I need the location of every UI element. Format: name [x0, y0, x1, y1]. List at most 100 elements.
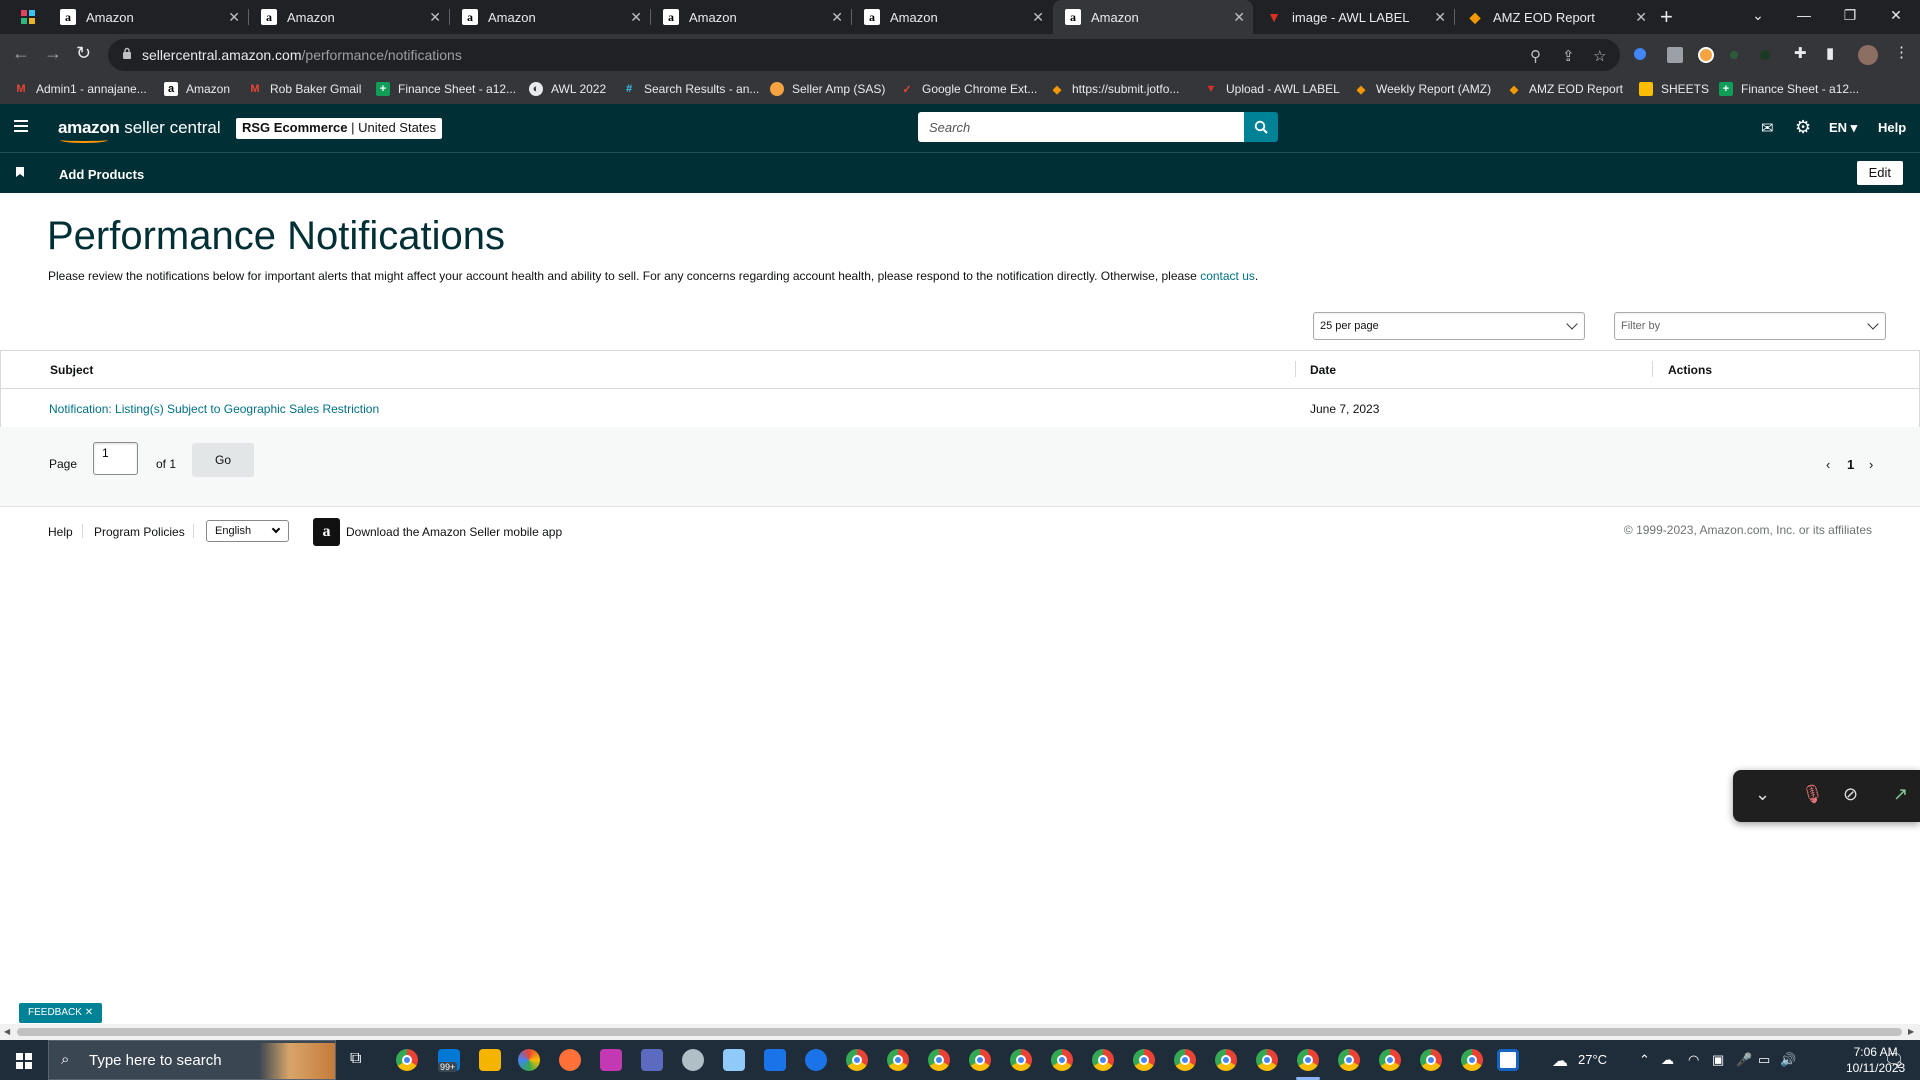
browser-tab[interactable]: a Amazon ✕ — [249, 0, 450, 34]
back-arrow-icon[interactable]: ← — [12, 43, 30, 64]
date-column-header[interactable]: Date — [1310, 363, 1336, 377]
go-button[interactable]: Go — [192, 443, 254, 477]
wifi-icon[interactable]: ◠ — [1688, 1052, 1699, 1068]
zoom-icon[interactable]: ⚲ — [1530, 47, 1541, 65]
chrome-profile-icon[interactable] — [846, 1049, 868, 1071]
zoom-app-icon[interactable] — [764, 1049, 786, 1071]
photos-app-icon[interactable] — [518, 1049, 540, 1071]
feedback-button[interactable]: FEEDBACK ✕ — [19, 1003, 103, 1023]
footer-language-select[interactable]: English — [206, 520, 289, 542]
windows-start-icon[interactable] — [16, 1053, 32, 1069]
calculator-icon[interactable] — [641, 1049, 663, 1071]
gear-icon[interactable]: ⚙ — [1795, 117, 1811, 138]
chrome-profile-icon[interactable] — [1092, 1049, 1114, 1071]
camera-off-icon[interactable]: ⊘ — [1843, 784, 1858, 805]
contact-us-link[interactable]: contact us — [1200, 269, 1255, 283]
app-icon[interactable] — [805, 1049, 827, 1071]
close-tab-icon[interactable]: ✕ — [1032, 9, 1044, 26]
app-icon[interactable] — [682, 1049, 704, 1071]
bookmark-icon[interactable] — [16, 167, 24, 177]
chrome-profile-icon[interactable] — [1051, 1049, 1073, 1071]
chrome-profile-icon[interactable] — [1133, 1049, 1155, 1071]
bookmark-item[interactable]: a Amazon — [164, 82, 230, 96]
close-tab-icon[interactable]: ✕ — [1233, 9, 1245, 26]
app-icon[interactable] — [600, 1049, 622, 1071]
new-tab-button[interactable]: + — [1660, 4, 1673, 30]
chrome-profile-icon[interactable] — [1010, 1049, 1032, 1071]
weather-temperature[interactable]: 27°C — [1578, 1052, 1607, 1067]
extension-icon[interactable] — [1730, 51, 1738, 59]
app-icon[interactable] — [1497, 1049, 1519, 1071]
app-icon[interactable] — [723, 1049, 745, 1071]
horizontal-scrollbar[interactable]: ◀ ▶ — [0, 1024, 1920, 1040]
per-page-select[interactable]: 25 per page — [1313, 312, 1585, 340]
bookmark-item[interactable]: M Rob Baker Gmail — [248, 82, 361, 96]
program-policies-link[interactable]: Program Policies — [94, 525, 185, 539]
browser-tab[interactable]: a Amazon ✕ — [651, 0, 852, 34]
open-external-icon[interactable]: ↗ — [1893, 784, 1908, 805]
close-tab-icon[interactable]: ✕ — [228, 9, 240, 26]
chrome-profile-icon[interactable] — [887, 1049, 909, 1071]
edit-button[interactable]: Edit — [1856, 161, 1903, 185]
add-products-link[interactable]: Add Products — [59, 167, 144, 182]
next-page-icon[interactable]: › — [1869, 457, 1873, 472]
extension-icon[interactable] — [1634, 48, 1646, 60]
chrome-profile-icon[interactable] — [1420, 1049, 1442, 1071]
bookmark-item[interactable]: ◐ AWL 2022 — [529, 82, 606, 96]
bookmark-item[interactable]: ◆ Weekly Report (AMZ) — [1354, 82, 1491, 96]
close-tab-icon[interactable]: ✕ — [1635, 9, 1647, 26]
mail-icon[interactable]: ✉ — [1761, 119, 1774, 137]
browser-tab[interactable]: ◆ AMZ EOD Report ✕ — [1455, 0, 1655, 34]
chrome-profile-icon[interactable] — [969, 1049, 991, 1071]
onedrive-icon[interactable]: ☁ — [1661, 1052, 1674, 1068]
extensions-puzzle-icon[interactable]: ✚ — [1794, 44, 1807, 62]
bookmark-item[interactable]: SHEETS — [1639, 82, 1709, 96]
browser-tab[interactable]: ▼ image - AWL LABEL ✕ — [1254, 0, 1455, 34]
chrome-profile-icon[interactable] — [1338, 1049, 1360, 1071]
language-selector[interactable]: EN ▾ — [1829, 120, 1857, 136]
bookmark-item[interactable]: + Finance Sheet - a12... — [376, 82, 516, 96]
restore-button[interactable]: ❐ — [1827, 0, 1873, 30]
seller-central-logo[interactable]: amazon seller central — [58, 118, 221, 143]
bookmark-item[interactable]: Seller Amp (SAS) — [770, 82, 885, 96]
microphone-icon[interactable]: 🎤 — [1736, 1052, 1752, 1068]
tray-chevron-up-icon[interactable]: ⌃ — [1639, 1052, 1650, 1068]
weather-cloud-icon[interactable]: ☁ — [1552, 1051, 1568, 1071]
subject-column-header[interactable]: Subject — [50, 363, 93, 377]
browser-tab[interactable]: a Amazon ✕ — [852, 0, 1052, 34]
bookmark-item[interactable]: ✓ Google Chrome Ext... — [900, 82, 1037, 96]
filter-select[interactable]: Filter by — [1614, 312, 1886, 340]
minimize-button[interactable]: — — [1781, 0, 1827, 30]
browser-tab[interactable]: a Amazon ✕ — [450, 0, 651, 34]
battery-icon[interactable]: ▭ — [1758, 1052, 1770, 1068]
profile-avatar[interactable] — [1858, 45, 1878, 65]
seller-app-icon[interactable]: a — [313, 518, 340, 546]
browser-tab-active[interactable]: a Amazon ✕ — [1053, 0, 1253, 34]
bookmark-item[interactable]: M Admin1 - annajane... — [14, 82, 146, 96]
close-icon[interactable]: ✕ — [85, 1007, 93, 1018]
search-button[interactable] — [1244, 112, 1278, 142]
bookmark-item[interactable]: ▼ Upload - AWL LABEL — [1204, 82, 1340, 96]
tab-search-icon[interactable] — [20, 9, 36, 25]
scrollbar-thumb[interactable] — [17, 1028, 1902, 1036]
extension-icon[interactable] — [1760, 50, 1770, 60]
side-panel-icon[interactable]: ▮ — [1826, 44, 1834, 62]
tab-list-chevron-icon[interactable]: ⌄ — [1735, 0, 1781, 30]
share-icon[interactable]: ⇪ — [1562, 47, 1575, 65]
scroll-right-icon[interactable]: ▶ — [1908, 1027, 1914, 1036]
page-number-input[interactable] — [93, 442, 138, 475]
download-app-link[interactable]: Download the Amazon Seller mobile app — [346, 525, 562, 539]
close-tab-icon[interactable]: ✕ — [1434, 9, 1446, 26]
forward-arrow-icon[interactable]: → — [44, 43, 62, 64]
meet-now-icon[interactable]: ▣ — [1712, 1052, 1724, 1068]
chrome-profile-icon[interactable] — [1174, 1049, 1196, 1071]
extension-icon[interactable] — [1698, 47, 1714, 63]
footer-help-link[interactable]: Help — [48, 525, 73, 539]
extension-off-icon[interactable] — [1667, 47, 1683, 63]
chrome-profile-icon[interactable] — [1297, 1049, 1319, 1071]
mic-muted-icon[interactable]: 🎙 — [1801, 784, 1824, 805]
notification-subject-link[interactable]: Notification: Listing(s) Subject to Geog… — [49, 402, 379, 416]
task-view-icon[interactable]: ⧉ — [350, 1050, 361, 1068]
volume-icon[interactable]: 🔊 — [1780, 1052, 1796, 1068]
address-bar[interactable]: sellercentral.amazon.com/performance/not… — [108, 39, 1620, 71]
